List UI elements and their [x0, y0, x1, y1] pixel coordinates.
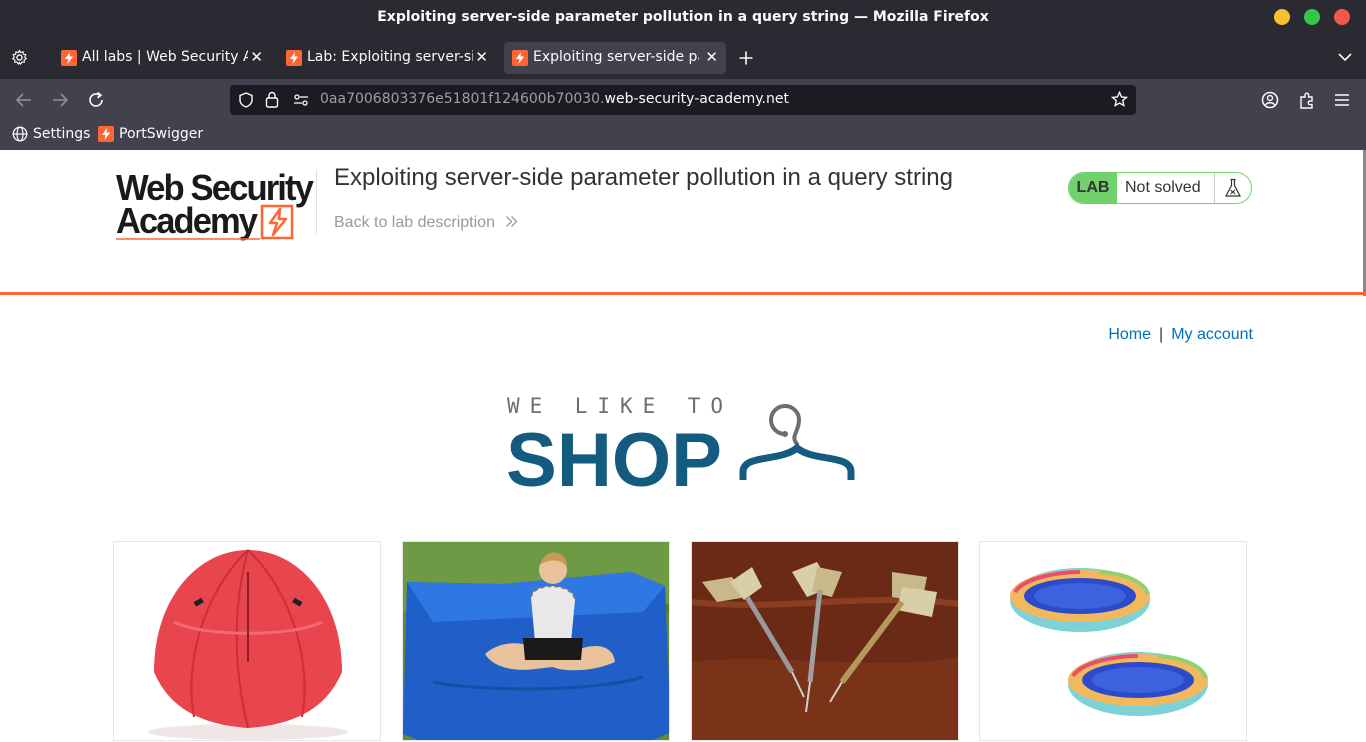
tab-label: Lab: Exploiting server-side parameter po… [307, 49, 473, 65]
reload-icon[interactable] [87, 91, 105, 109]
extensions-icon[interactable] [1298, 91, 1315, 109]
product-image-umbrella[interactable] [114, 542, 381, 741]
hanger-icon [739, 404, 855, 480]
tab-all-labs[interactable]: All labs | Web Security Academy ✕ [53, 42, 271, 74]
header-accent-line [0, 292, 1366, 295]
bookmark-label: Settings [33, 126, 91, 142]
product-card-umbrella[interactable] [113, 541, 381, 741]
tab-label: Exploiting server-side parameter polluti… [533, 49, 699, 65]
bookmarks-toolbar: Settings PortSwigger [0, 121, 1366, 150]
new-tab-icon[interactable] [738, 50, 754, 66]
globe-icon [12, 126, 28, 142]
web-security-academy-logo[interactable]: Web Security Academy [114, 168, 314, 242]
pool-bottom [1068, 652, 1208, 716]
lab-status: Not solved [1125, 179, 1201, 196]
portswigger-icon [512, 50, 528, 66]
bookmark-star-icon[interactable] [1111, 91, 1128, 108]
tab-label: All labs | Web Security Academy [82, 49, 248, 65]
we-like-to-shop-logo: WE LIKE TO SHOP [506, 394, 855, 492]
lab-title: Exploiting server-side parameter polluti… [334, 164, 953, 191]
gear-icon[interactable] [11, 49, 28, 66]
bookmark-label: PortSwigger [119, 126, 204, 142]
product-card-bean-bag[interactable] [402, 541, 670, 741]
lab-status-widget: LAB Not solved [1068, 172, 1252, 204]
back-arrow-icon[interactable] [15, 92, 33, 108]
tab-lab-active[interactable]: Exploiting server-side parameter polluti… [504, 42, 726, 74]
close-icon[interactable]: ✕ [250, 48, 263, 66]
account-icon[interactable] [1261, 91, 1279, 109]
product-image-paddling-pools[interactable] [980, 542, 1247, 741]
back-to-lab-description-link[interactable]: Back to lab description [334, 214, 518, 232]
double-chevron-right-icon [506, 216, 518, 227]
svg-text:WE LIKE TO: WE LIKE TO [507, 394, 723, 418]
page-content: Web Security Academy Exploiting server-s… [0, 150, 1366, 742]
menu-icon[interactable] [1334, 93, 1350, 107]
minimize-button[interactable] [1274, 9, 1290, 25]
portswigger-icon [61, 50, 77, 66]
url-text: 0aa7006803376e51801f124600b70030.web-sec… [320, 91, 789, 107]
forward-arrow-icon[interactable] [51, 92, 69, 108]
tab-lab-description[interactable]: Lab: Exploiting server-side parameter po… [278, 42, 496, 74]
window-titlebar: Exploiting server-side parameter polluti… [0, 0, 1366, 36]
pool-top [1010, 568, 1150, 632]
lab-badge: LAB [1069, 173, 1117, 203]
close-window-button[interactable] [1334, 9, 1350, 25]
address-bar[interactable]: 0aa7006803376e51801f124600b70030.web-sec… [230, 85, 1136, 115]
maximize-button[interactable] [1304, 9, 1320, 25]
bookmark-settings[interactable]: Settings [12, 126, 90, 142]
navigation-toolbar: 0aa7006803376e51801f124600b70030.web-sec… [0, 79, 1366, 121]
product-card-paddling-pools[interactable] [979, 541, 1247, 741]
header-divider [316, 170, 317, 234]
shield-icon[interactable] [238, 92, 254, 108]
close-icon[interactable]: ✕ [475, 48, 488, 66]
tab-bar: All labs | Web Security Academy ✕ Lab: E… [0, 36, 1366, 79]
window-title: Exploiting server-side parameter polluti… [377, 9, 989, 25]
lock-icon[interactable] [265, 91, 279, 108]
svg-text:Academy: Academy [116, 200, 258, 241]
permissions-icon[interactable] [293, 94, 309, 106]
portswigger-icon [98, 126, 114, 142]
top-navigation: Home | My account [1108, 326, 1253, 344]
bookmark-portswigger[interactable]: PortSwigger [98, 126, 203, 142]
my-account-link[interactable]: My account [1171, 326, 1253, 343]
chevron-down-icon[interactable] [1338, 52, 1352, 62]
svg-text:SHOP: SHOP [506, 418, 722, 492]
product-image-bean-bag[interactable] [403, 542, 670, 741]
product-image-darts[interactable] [692, 542, 959, 741]
close-icon[interactable]: ✕ [705, 48, 718, 66]
flask-icon [1214, 173, 1251, 203]
portswigger-icon [286, 50, 302, 66]
nav-separator: | [1159, 326, 1164, 343]
home-link[interactable]: Home [1108, 326, 1151, 343]
product-card-darts[interactable] [691, 541, 959, 741]
